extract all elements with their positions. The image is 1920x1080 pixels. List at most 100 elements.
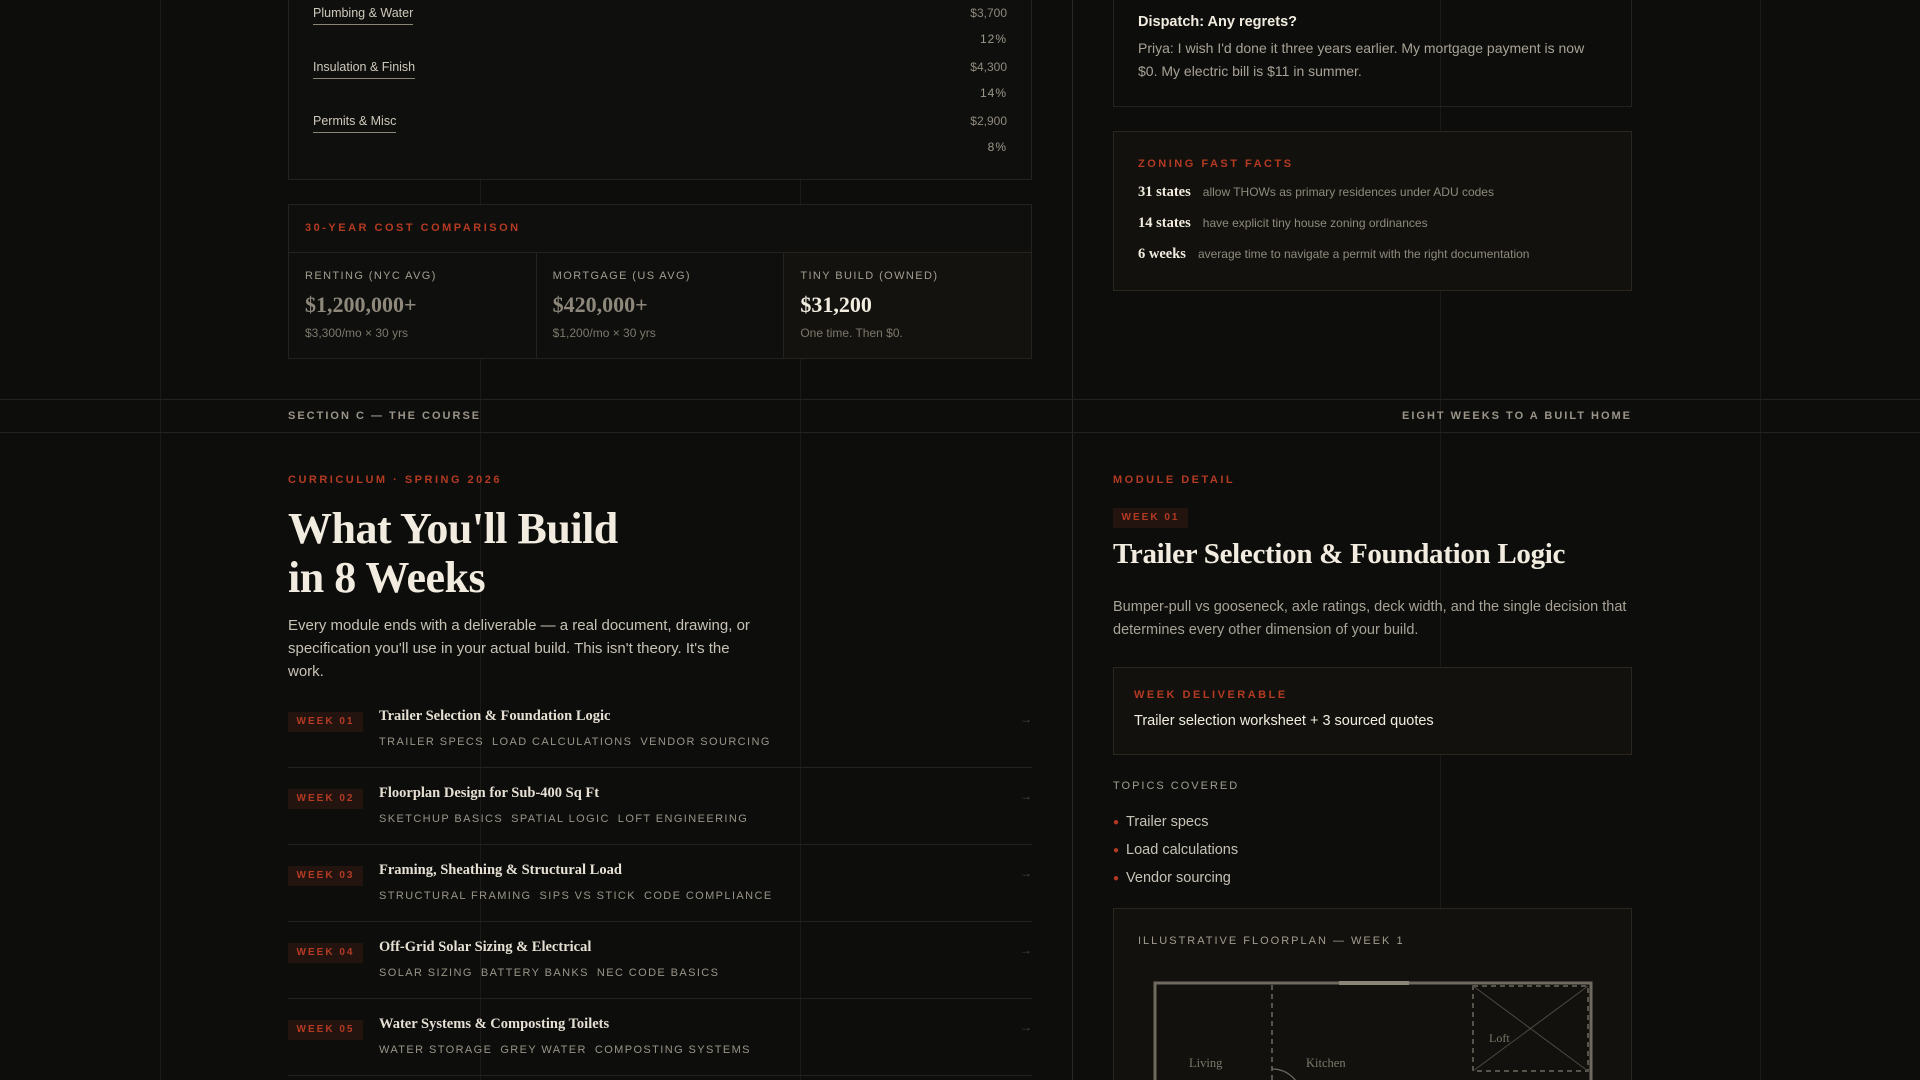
comparison-value: $31,200 bbox=[800, 292, 872, 317]
week-tag: COMPOSTING SYSTEMS bbox=[594, 1044, 751, 1056]
arrow-right-icon[interactable]: → bbox=[1020, 943, 1032, 957]
zoning-fact-number: 6 weeks bbox=[1138, 246, 1186, 262]
arrow-right-icon[interactable]: → bbox=[1020, 712, 1032, 726]
week-tag: SIPS VS STICK bbox=[539, 890, 636, 902]
zoning-heading: ZONING FAST FACTS bbox=[1138, 158, 1294, 170]
zoning-facts-card: ZONING FAST FACTS 31 states allow THOWs … bbox=[1113, 131, 1632, 291]
floorplan-card: ILLUSTRATIVE FLOORPLAN — WEEK 1 Living K… bbox=[1113, 908, 1632, 1080]
week-tag: LOAD CALCULATIONS bbox=[492, 736, 633, 748]
week-tag: WATER STORAGE bbox=[379, 1044, 493, 1056]
breakdown-row: Insulation & Finish $4,300 14% bbox=[313, 60, 1007, 114]
breakdown-row: Plumbing & Water $3,700 12% bbox=[313, 6, 1007, 60]
section-tagline: EIGHT WEEKS TO A BUILT HOME bbox=[1402, 410, 1632, 422]
week-tag: GREY WATER bbox=[500, 1044, 587, 1056]
zoning-fact: 31 states allow THOWs as primary residen… bbox=[1138, 184, 1607, 201]
zoning-fact-number: 14 states bbox=[1138, 215, 1191, 231]
zoning-fact-text: have explicit tiny house zoning ordinanc… bbox=[1202, 216, 1428, 230]
grid-line bbox=[160, 0, 161, 1080]
dispatch-card: Dispatch: Any regrets? Priya: I wish I'd… bbox=[1113, 0, 1632, 107]
deliverable-heading: WEEK DELIVERABLE bbox=[1134, 689, 1288, 701]
week-tag: LOFT ENGINEERING bbox=[617, 813, 749, 825]
module-eyebrow: MODULE DETAIL bbox=[1113, 474, 1236, 486]
breakdown-amount: $2,900 bbox=[970, 114, 1007, 128]
topic-label: Vendor sourcing bbox=[1126, 870, 1231, 886]
week-title: Off-Grid Solar Sizing & Electrical bbox=[379, 939, 592, 955]
week-badge: WEEK 05 bbox=[288, 1020, 363, 1040]
deliverable-text: Trailer selection worksheet + 3 sourced … bbox=[1134, 713, 1434, 729]
week-row-04[interactable]: WEEK 04 Off-Grid Solar Sizing & Electric… bbox=[288, 922, 1032, 999]
week-list: WEEK 01 Trailer Selection & Foundation L… bbox=[288, 691, 1032, 1076]
zoning-fact: 6 weeks average time to navigate a permi… bbox=[1138, 246, 1607, 263]
week-tag: VENDOR SOURCING bbox=[640, 736, 771, 748]
week-title: Trailer Selection & Foundation Logic bbox=[379, 708, 611, 724]
week-row-02[interactable]: WEEK 02 Floorplan Design for Sub-400 Sq … bbox=[288, 768, 1032, 845]
week-badge: WEEK 01 bbox=[288, 712, 363, 732]
comparison-column-renting: RENTING (NYC AVG) $1,200,000+ $3,300/mo … bbox=[289, 253, 537, 358]
module-description: Bumper-pull vs gooseneck, axle ratings, … bbox=[1113, 599, 1627, 638]
week-badge: WEEK 04 bbox=[288, 943, 363, 963]
comparison-value: $420,000+ bbox=[552, 292, 648, 317]
topic-item: ● Load calculations bbox=[1113, 836, 1238, 864]
topic-item: ● Trailer specs bbox=[1113, 808, 1238, 836]
comparison-label: MORTGAGE (US AVG) bbox=[552, 270, 691, 282]
topic-label: Trailer specs bbox=[1126, 814, 1209, 830]
comparison-column-tiny-build: TINY BUILD (OWNED) $31,200 One time. The… bbox=[784, 253, 1032, 358]
topic-item: ● Vendor sourcing bbox=[1113, 864, 1238, 892]
week-tag: STRUCTURAL FRAMING bbox=[379, 890, 532, 902]
comparison-value: $1,200,000+ bbox=[305, 292, 417, 317]
bullet-dot-icon: ● bbox=[1113, 816, 1120, 828]
week-tag: SPATIAL LOGIC bbox=[511, 813, 610, 825]
breakdown-label[interactable]: Insulation & Finish bbox=[313, 60, 416, 79]
cost-comparison-card: 30-YEAR COST COMPARISON RENTING (NYC AVG… bbox=[288, 204, 1032, 359]
week-badge: WEEK 02 bbox=[288, 789, 363, 809]
week-title: Water Systems & Composting Toilets bbox=[379, 1016, 610, 1032]
curriculum-title-line: in 8 Weeks bbox=[288, 553, 486, 602]
breakdown-percent: 14% bbox=[979, 86, 1007, 100]
floorplan-label-living: Living bbox=[1189, 1056, 1223, 1070]
week-row-05[interactable]: WEEK 05 Water Systems & Composting Toile… bbox=[288, 999, 1032, 1076]
floorplan-label-kitchen: Kitchen bbox=[1306, 1056, 1346, 1070]
week-row-01[interactable]: WEEK 01 Trailer Selection & Foundation L… bbox=[288, 691, 1032, 768]
curriculum-title: What You'll Build in 8 Weeks bbox=[288, 504, 888, 602]
page: Plumbing & Water $3,700 12% Insulation &… bbox=[0, 0, 1920, 1080]
arrow-right-icon[interactable]: → bbox=[1020, 866, 1032, 880]
bullet-dot-icon: ● bbox=[1113, 844, 1120, 856]
comparison-heading: 30-YEAR COST COMPARISON bbox=[289, 205, 1031, 253]
comparison-note: One time. Then $0. bbox=[800, 326, 903, 340]
arrow-right-icon[interactable]: → bbox=[1020, 1020, 1032, 1034]
breakdown-label[interactable]: Permits & Misc bbox=[313, 114, 397, 133]
comparison-label: RENTING (NYC AVG) bbox=[305, 270, 437, 282]
comparison-note: $1,200/mo × 30 yrs bbox=[552, 326, 656, 340]
topic-label: Load calculations bbox=[1126, 842, 1239, 858]
comparison-column-mortgage: MORTGAGE (US AVG) $420,000+ $1,200/mo × … bbox=[537, 253, 785, 358]
week-row-03[interactable]: WEEK 03 Framing, Sheathing & Structural … bbox=[288, 845, 1032, 922]
column-divider bbox=[1072, 0, 1073, 1080]
comparison-note: $3,300/mo × 30 yrs bbox=[305, 326, 409, 340]
breakdown-amount: $3,700 bbox=[970, 6, 1007, 20]
zoning-fact-number: 31 states bbox=[1138, 184, 1191, 200]
week-tag: TRAILER SPECS bbox=[379, 736, 485, 748]
week-tag: SKETCHUP BASICS bbox=[379, 813, 504, 825]
week-badge: WEEK 03 bbox=[288, 866, 363, 886]
section-bar: SECTION C — THE COURSE EIGHT WEEKS TO A … bbox=[0, 399, 1920, 433]
comparison-label: TINY BUILD (OWNED) bbox=[800, 270, 939, 282]
floorplan-label-loft: Loft bbox=[1489, 1031, 1510, 1045]
arrow-right-icon[interactable]: → bbox=[1020, 789, 1032, 803]
breakdown-amount: $4,300 bbox=[970, 60, 1007, 74]
section-label: SECTION C — THE COURSE bbox=[288, 410, 482, 422]
breakdown-row: Permits & Misc $2,900 8% bbox=[313, 114, 1007, 168]
topics-heading: TOPICS COVERED bbox=[1113, 780, 1240, 792]
breakdown-percent: 8% bbox=[987, 140, 1007, 154]
week-tag: CODE COMPLIANCE bbox=[643, 890, 773, 902]
week-tag: SOLAR SIZING bbox=[379, 967, 473, 979]
week-title: Floorplan Design for Sub-400 Sq Ft bbox=[379, 785, 600, 801]
grid-line bbox=[1760, 0, 1761, 1080]
curriculum-eyebrow: CURRICULUM · SPRING 2026 bbox=[288, 474, 503, 486]
floorplan-door-swing bbox=[1271, 1068, 1296, 1080]
dispatch-answer: Priya: I wish I'd done it three years ea… bbox=[1138, 40, 1585, 79]
bullet-dot-icon: ● bbox=[1113, 872, 1120, 884]
week-tag: NEC CODE BASICS bbox=[596, 967, 720, 979]
breakdown-label[interactable]: Plumbing & Water bbox=[313, 6, 414, 25]
curriculum-description: Every module ends with a deliverable — a… bbox=[288, 617, 750, 680]
zoning-fact: 14 states have explicit tiny house zonin… bbox=[1138, 215, 1607, 232]
